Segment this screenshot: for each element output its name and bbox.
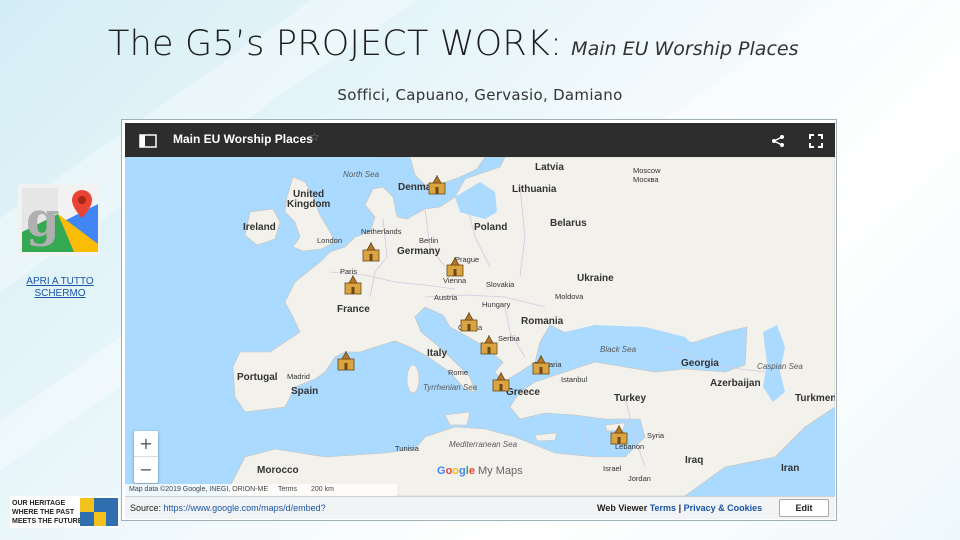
label-morocco: Morocco [257, 465, 299, 476]
label-madrid: Madrid [287, 372, 310, 381]
label-lithuania: Lithuania [512, 184, 557, 195]
edit-button[interactable]: Edit [779, 499, 829, 517]
label-rome: Rome [448, 368, 468, 377]
label-black-sea: Black Sea [600, 345, 637, 354]
label-iran: Iran [781, 463, 799, 474]
heritage-line-1: OUR HERITAGE [12, 500, 65, 507]
label-georgia: Georgia [681, 358, 719, 369]
map-header: Main EU Worship Places ☆ [125, 123, 835, 157]
label-paris: Paris [340, 267, 357, 276]
privacy-link[interactable]: Privacy & Cookies [684, 503, 763, 513]
title-subtitle: Main EU Worship Places [571, 38, 799, 60]
label-syria: Syria [647, 431, 665, 440]
zoom-in-button[interactable]: + [134, 431, 158, 457]
map-terms-link[interactable]: Terms [278, 486, 297, 493]
slide-title: The G5’s PROJECT WORK: Main EU Worship P… [108, 24, 798, 64]
label-greece: Greece [506, 387, 540, 398]
label-netherlands: Netherlands [361, 227, 402, 236]
label-ireland: Ireland [243, 222, 276, 233]
map-canvas[interactable]: North Sea Black Sea Tyrrhenian Sea Medit… [125, 156, 836, 497]
label-germany: Germany [397, 246, 441, 257]
slide-authors: Soffici, Capuano, Gervasio, Damiano [337, 86, 623, 104]
label-iraq: Iraq [685, 455, 703, 466]
map-embed[interactable]: Main EU Worship Places ☆ North Sea Black… [121, 119, 837, 521]
label-moscow: Moscow [633, 166, 661, 175]
label-israel: Israel [603, 464, 622, 473]
map-data-text: Map data ©2019 Google, INEGI, ORION-ME [129, 486, 268, 493]
map-sidebar-toggle-icon[interactable] [139, 133, 157, 152]
label-turkey: Turkey [614, 393, 646, 404]
label-ukraine: Ukraine [577, 273, 614, 284]
european-heritage-logo: OUR HERITAGE WHERE THE PAST MEETS THE FU… [10, 496, 120, 528]
label-slovakia: Slovakia [486, 280, 515, 289]
map-source-bar: Source: https://www.google.com/maps/d/em… [125, 496, 835, 519]
label-latvia: Latvia [535, 162, 564, 173]
label-tunisia: Tunisia [395, 444, 420, 453]
label-serbia: Serbia [498, 334, 521, 343]
label-north-sea: North Sea [343, 170, 380, 179]
label-france: France [337, 304, 370, 315]
label-austria: Austria [434, 293, 458, 302]
heritage-line-3: MEETS THE FUTURE [12, 518, 83, 525]
label-kingdom: Kingdom [287, 199, 330, 210]
google-mymaps-logo: Google My Maps [437, 465, 523, 477]
fullscreen-icon[interactable] [809, 133, 823, 152]
map-title: Main EU Worship Places [173, 132, 313, 146]
star-icon[interactable]: ☆ [309, 130, 320, 144]
links-separator: | [678, 503, 682, 513]
label-poland: Poland [474, 222, 507, 233]
source-url[interactable]: https://www.google.com/maps/d/embed? [164, 503, 326, 513]
svg-text:g: g [26, 192, 60, 248]
label-london: London [317, 236, 342, 245]
label-moldova: Moldova [555, 292, 584, 301]
label-moscow-cyr: Москва [633, 175, 659, 184]
title-main: The G5’s PROJECT WORK: [108, 24, 563, 64]
mymaps-text: My Maps [478, 465, 523, 477]
label-azerbaijan: Azerbaijan [710, 378, 761, 389]
label-vienna: Vienna [443, 276, 467, 285]
label-spain: Spain [291, 386, 318, 397]
label-tyrrhenian-sea: Tyrrhenian Sea [423, 383, 478, 392]
label-romania: Romania [521, 316, 564, 327]
label-hungary: Hungary [482, 300, 511, 309]
label-mediterranean-sea: Mediterranean Sea [449, 440, 518, 449]
zoom-controls: + − [134, 431, 158, 483]
label-jordan: Jordan [628, 474, 651, 483]
label-berlin: Berlin [419, 236, 438, 245]
viewer-links: Web Viewer Terms | Privacy & Cookies [597, 503, 762, 513]
label-italy: Italy [427, 348, 447, 359]
label-istanbul: Istanbul [561, 375, 588, 384]
heritage-line-2: WHERE THE PAST [12, 509, 75, 516]
share-icon[interactable] [771, 133, 785, 152]
google-logo-text: Google [437, 465, 475, 477]
map-attribution: Map data ©2019 Google, INEGI, ORION-ME T… [125, 484, 397, 496]
label-belarus: Belarus [550, 218, 587, 229]
label-caspian-sea: Caspian Sea [757, 362, 803, 371]
web-viewer-label: Web Viewer [597, 503, 648, 513]
zoom-out-button[interactable]: − [134, 457, 158, 483]
fullscreen-link[interactable]: APRI A TUTTO SCHERMO [10, 276, 110, 300]
terms-link[interactable]: Terms [650, 503, 676, 513]
label-portugal: Portugal [237, 372, 278, 383]
label-turkmen: Turkmen [795, 393, 835, 404]
google-maps-logo[interactable]: g [18, 184, 100, 256]
source-label: Source: [130, 503, 162, 513]
source-text: Source: https://www.google.com/maps/d/em… [130, 503, 326, 513]
map-scale: 200 km [310, 486, 334, 493]
label-prague: Prague [455, 255, 479, 264]
